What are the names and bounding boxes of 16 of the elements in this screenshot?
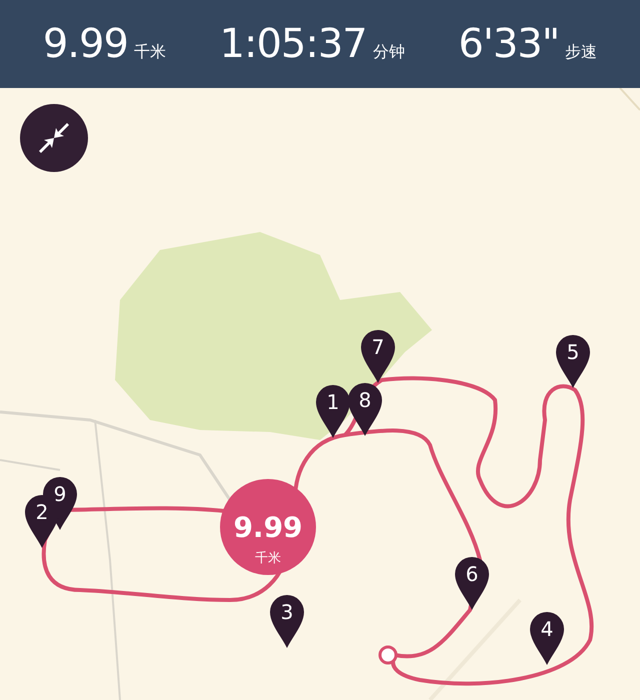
stat-unit: 千米 (134, 41, 166, 63)
map-pin[interactable]: 4 (530, 612, 564, 665)
stat-value: 6'33" (458, 24, 560, 64)
stat-unit: 步速 (565, 41, 598, 63)
map-pin[interactable]: 3 (270, 595, 304, 648)
map-pin[interactable]: 6 (455, 557, 489, 610)
start-marker (378, 646, 398, 664)
distance-badge: 9.99 千米 (220, 479, 316, 575)
stat-value: 1:05:37 (220, 24, 367, 64)
map-pin[interactable]: 5 (556, 335, 590, 388)
map-pin[interactable]: 7 (361, 330, 395, 383)
stat-unit: 分钟 (372, 41, 405, 63)
map-pin[interactable]: 8 (348, 383, 382, 436)
stat-value: 9.99 (42, 24, 128, 64)
map-pin[interactable]: 1 (316, 385, 350, 438)
collapse-icon (37, 121, 71, 155)
